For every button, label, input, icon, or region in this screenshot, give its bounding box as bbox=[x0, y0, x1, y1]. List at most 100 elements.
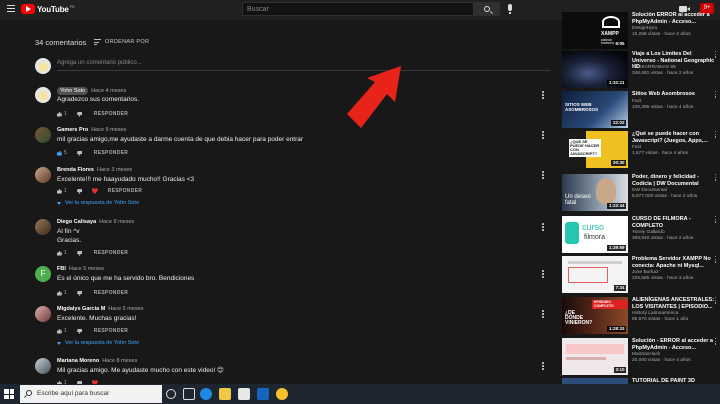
video-title[interactable]: Solución - ERROR al acceder a PhpMyAdmin… bbox=[632, 338, 716, 351]
comment-author[interactable]: Migdalys Garcia M bbox=[57, 306, 105, 312]
video-thumbnail[interactable]: ¿QUE SE PUEDE HACER CON JAVASCRIPT? 20:3… bbox=[562, 131, 628, 168]
comment-time[interactable]: Hace 4 meses bbox=[91, 88, 126, 94]
commenter-avatar[interactable]: F bbox=[35, 266, 51, 282]
comment-author[interactable]: Brenda Flores bbox=[57, 167, 94, 173]
search-input[interactable]: Buscar bbox=[242, 2, 474, 16]
comment-author[interactable]: Mariana Moreno bbox=[57, 358, 99, 364]
video-thumbnail[interactable]: 1:32:21 bbox=[562, 51, 628, 88]
thumb-down-icon[interactable] bbox=[77, 251, 82, 256]
related-video[interactable]: ¿QUE SE PUEDE HACER CON JAVASCRIPT? 20:3… bbox=[562, 131, 720, 168]
reply-button[interactable]: RESPONDER bbox=[94, 111, 128, 117]
thumb-down-icon[interactable] bbox=[77, 329, 82, 334]
channel-name[interactable]: Fazt bbox=[632, 99, 641, 104]
commenter-avatar[interactable] bbox=[35, 167, 51, 183]
thumb-up-icon[interactable] bbox=[57, 150, 62, 156]
sort-button[interactable]: ORDENAR POR bbox=[94, 39, 149, 45]
channel-name[interactable]: History Latinoamérica bbox=[632, 311, 678, 316]
thumb-up-icon[interactable] bbox=[57, 290, 62, 296]
more-options-icon[interactable] bbox=[715, 51, 717, 59]
comment-time[interactable]: Hace 3 meses bbox=[97, 167, 132, 173]
taskbar-search-input[interactable]: Escribe aquí para buscar bbox=[20, 385, 162, 403]
thumb-down-icon[interactable] bbox=[77, 112, 82, 117]
more-options-icon[interactable] bbox=[715, 256, 717, 264]
video-thumbnail[interactable]: 3:10 bbox=[562, 338, 628, 375]
related-video[interactable]: 1:32:21 Viaje a Los Limites Del Universo… bbox=[562, 51, 720, 88]
file-explorer-icon[interactable] bbox=[219, 388, 231, 400]
comment-time[interactable]: Hace 9 meses bbox=[99, 219, 134, 225]
menu-icon[interactable] bbox=[7, 5, 15, 13]
thumb-down-icon[interactable] bbox=[77, 151, 82, 156]
more-options-icon[interactable] bbox=[542, 223, 544, 232]
view-replies-button[interactable]: Ver la respuesta de Yohn Soto bbox=[57, 340, 139, 346]
video-title[interactable]: CURSO DE FILMORA - COMPLETO bbox=[632, 216, 716, 229]
commenter-avatar[interactable] bbox=[35, 358, 51, 374]
more-options-icon[interactable] bbox=[715, 131, 717, 139]
commenter-avatar[interactable] bbox=[35, 127, 51, 143]
reply-button[interactable]: RESPONDER bbox=[94, 150, 128, 156]
comment-author[interactable]: Yohn Soto bbox=[57, 87, 89, 95]
video-thumbnail[interactable]: 7:34 bbox=[562, 256, 628, 293]
comment-author[interactable]: FBI bbox=[57, 266, 66, 272]
related-video[interactable]: Un deseo fatal 1:22:44 Poder, dinero y f… bbox=[562, 174, 720, 211]
more-options-icon[interactable] bbox=[715, 91, 717, 99]
video-title[interactable]: Problema Servidor XAMPP No conecta: Apac… bbox=[632, 256, 716, 269]
channel-name[interactable]: DW Documental bbox=[632, 188, 667, 193]
related-video[interactable]: curso filmora 1:39:59 CURSO DE FILMORA -… bbox=[562, 216, 720, 253]
more-options-icon[interactable] bbox=[542, 131, 544, 140]
thumb-up-icon[interactable] bbox=[57, 111, 62, 117]
view-replies-button[interactable]: Ver la respuesta de Yohn Soto bbox=[57, 200, 139, 206]
video-thumbnail[interactable]: curso filmora 1:39:59 bbox=[562, 216, 628, 253]
youtube-logo[interactable]: YouTube PE bbox=[21, 4, 75, 14]
channel-name[interactable]: KASKARRABIAS 69 bbox=[632, 65, 676, 70]
related-video[interactable]: 7:34 Problema Servidor XAMPP No conecta:… bbox=[562, 256, 720, 293]
reply-button[interactable]: RESPONDER bbox=[94, 328, 128, 334]
commenter-avatar[interactable] bbox=[35, 219, 51, 235]
commenter-avatar[interactable] bbox=[35, 306, 51, 322]
task-view-icon[interactable] bbox=[183, 388, 195, 400]
more-options-icon[interactable] bbox=[542, 91, 544, 100]
thumb-down-icon[interactable] bbox=[77, 189, 82, 194]
channel-name[interactable]: Yoney Gallardo bbox=[632, 230, 665, 235]
more-options-icon[interactable] bbox=[715, 297, 717, 305]
thumb-up-icon[interactable] bbox=[57, 328, 62, 334]
more-options-icon[interactable] bbox=[715, 338, 717, 346]
more-options-icon[interactable] bbox=[715, 216, 717, 224]
more-options-icon[interactable] bbox=[542, 270, 544, 279]
channel-name[interactable]: Fazt bbox=[632, 145, 641, 150]
add-comment-box[interactable]: Agrega un comentario público... bbox=[35, 56, 550, 76]
comment-time[interactable]: Hace 5 meses bbox=[69, 266, 104, 272]
reply-button[interactable]: RESPONDER bbox=[94, 290, 128, 296]
comment-author[interactable]: Gamers Pro bbox=[57, 127, 88, 133]
thumb-up-icon[interactable] bbox=[57, 250, 62, 256]
reply-button[interactable]: RESPONDER bbox=[108, 188, 142, 194]
related-video[interactable]: XAMPP ERROR PHPMYADMIN 6:05 Solución ERR… bbox=[562, 12, 720, 49]
more-options-icon[interactable] bbox=[715, 174, 717, 182]
video-thumbnail[interactable]: EPISODIO COMPLETO ¿DE DÓNDE VINIERON? 1:… bbox=[562, 297, 628, 334]
comment-time[interactable]: Hace 5 meses bbox=[108, 306, 143, 312]
more-options-icon[interactable] bbox=[542, 310, 544, 319]
video-thumbnail[interactable]: SITIOS WEB ASOMBROSOS 22:02 bbox=[562, 91, 628, 128]
chrome-icon[interactable] bbox=[276, 388, 288, 400]
reply-button[interactable]: RESPONDER bbox=[94, 250, 128, 256]
channel-name[interactable]: MantraxHack bbox=[632, 352, 660, 357]
video-title[interactable]: Sitios Web Asombrosos bbox=[632, 91, 716, 98]
store-icon[interactable] bbox=[238, 388, 250, 400]
comment-time[interactable]: Hace 8 meses bbox=[102, 358, 137, 364]
more-options-icon[interactable] bbox=[542, 362, 544, 371]
windows-start-icon[interactable] bbox=[4, 389, 14, 399]
microphone-icon[interactable] bbox=[508, 4, 512, 14]
video-title[interactable]: Solución ERROR al acceder a PhpMyAdmin -… bbox=[632, 12, 716, 25]
channel-name[interactable]: DesignHpro bbox=[632, 26, 657, 31]
channel-name[interactable]: Jose Burkaz bbox=[632, 270, 658, 275]
related-video[interactable]: EPISODIO COMPLETO ¿DE DÓNDE VINIERON? 1:… bbox=[562, 297, 720, 334]
commenter-avatar[interactable] bbox=[35, 87, 51, 103]
cortana-icon[interactable] bbox=[166, 389, 176, 399]
search-button[interactable] bbox=[474, 2, 500, 16]
add-comment-input[interactable]: Agrega un comentario público... bbox=[57, 60, 142, 66]
comment-time[interactable]: Hace 9 meses bbox=[91, 127, 126, 133]
related-video[interactable]: SITIOS WEB ASOMBROSOS 22:02 Sitios Web A… bbox=[562, 91, 720, 128]
more-options-icon[interactable] bbox=[542, 171, 544, 180]
edge-browser-icon[interactable] bbox=[200, 388, 212, 400]
video-thumbnail[interactable]: Un deseo fatal 1:22:44 bbox=[562, 174, 628, 211]
mail-icon[interactable] bbox=[257, 388, 269, 400]
